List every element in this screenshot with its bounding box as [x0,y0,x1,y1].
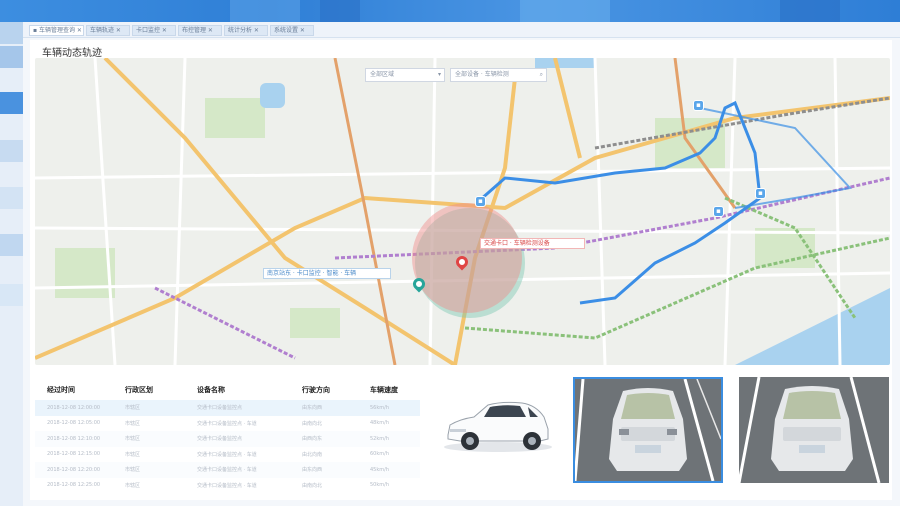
cell-pass-time: 2018-12-08 12:05:00 [47,420,101,427]
cell-pass-time: 2018-12-08 12:10:00 [47,435,101,442]
cell-pass-time: 2018-12-08 12:25:00 [47,482,101,489]
cell-direction: 由西向东 [302,436,323,443]
camera-icon[interactable]: ▪ [755,188,766,199]
region-select[interactable]: 全部区域 ▾ [365,68,445,82]
col-speed: 车辆速度 [370,386,398,394]
tab-vehicle-query[interactable]: ▪ 车辆管理查询 ✕ [29,25,84,36]
tab-control[interactable]: 布控管理 ✕ [178,25,222,36]
map-callout-right[interactable]: 交通卡口 · 车辆检测设备 [480,238,585,249]
car-icon [575,379,721,481]
sidebar-item-active[interactable] [0,92,23,114]
cell-speed: 52km/h [370,435,389,442]
device-select-value: 全部设备 · 车辆检测 [455,71,509,78]
capture-image-selected[interactable] [573,377,723,483]
search-icon: ⌕ [539,71,543,78]
map-callout-left[interactable]: 南京站东 · 卡口监控 · 智能 · 车辆 [263,268,391,279]
cell-direction: 由北向南 [302,451,323,458]
tab-vehicle-track[interactable]: 车辆轨迹 ✕ [86,25,130,36]
sidebar-item[interactable] [0,187,23,209]
cell-device-name: 交通卡口设备监控点 · 车道 [197,482,257,489]
sidebar-item[interactable] [0,140,23,162]
sidebar-item[interactable] [0,22,23,44]
cell-device-name: 交通卡口设备监控点 · 车道 [197,420,257,427]
cell-direction: 由东向西 [302,405,323,412]
top-header-bar [0,0,900,22]
cell-district: 市辖区 [125,451,141,458]
left-sidebar [0,22,23,506]
table-row[interactable]: 2018-12-08 12:25:00 市辖区 交通卡口设备监控点 · 车道 由南向北… [35,478,420,494]
col-device-name: 设备名称 [197,386,225,394]
car-icon[interactable] [440,395,555,455]
tab-statistics[interactable]: 统计分析 ✕ [224,25,268,36]
tab-strip: ▪ 车辆管理查询 ✕ 车辆轨迹 ✕ 卡口监控 ✕ 布控管理 ✕ 统计分析 ✕ 系… [23,22,900,38]
col-pass-time: 经过时间 [47,386,75,394]
region-select-value: 全部区域 [370,71,395,78]
cell-district: 市辖区 [125,436,141,443]
cell-district: 市辖区 [125,482,141,489]
cell-district: 市辖区 [125,467,141,474]
cell-speed: 48km/h [370,420,389,427]
map-canvas[interactable] [35,58,890,365]
page-title: 车辆动态轨迹 [42,48,102,59]
cell-pass-time: 2018-12-08 12:20:00 [47,466,101,473]
cell-device-name: 交通卡口设备监控点 · 车道 [197,451,257,458]
table-row[interactable]: 2018-12-08 12:20:00 市辖区 交通卡口设备监控点 · 车道 由东向西… [35,462,420,478]
cell-speed: 56km/h [370,404,389,411]
camera-icon[interactable]: ▪ [475,196,486,207]
cell-pass-time: 2018-12-08 12:00:00 [47,404,101,411]
passage-record-table: 经过时间 行政区划 设备名称 行驶方向 车辆速度 2018-12-08 12:0… [35,380,420,495]
col-district: 行政区划 [125,386,153,394]
cell-device-name: 交通卡口设备监控点 [197,436,243,443]
table-header: 经过时间 行政区划 设备名称 行驶方向 车辆速度 [35,380,420,400]
cell-speed: 50km/h [370,482,389,489]
cell-speed: 60km/h [370,451,389,458]
cell-direction: 由东向西 [302,467,323,474]
cell-device-name: 交通卡口设备监控点 [197,405,243,412]
capture-image[interactable] [739,377,889,483]
chevron-down-icon: ▾ [437,71,441,78]
sidebar-item[interactable] [0,284,23,306]
cell-district: 市辖区 [125,405,141,412]
table-row[interactable]: 2018-12-08 12:05:00 市辖区 交通卡口设备监控点 · 车道 由南向北… [35,416,420,432]
table-row[interactable]: 2018-12-08 12:00:00 市辖区 交通卡口设备监控点 由东向西 56km/… [35,400,420,416]
table-body: 2018-12-08 12:00:00 市辖区 交通卡口设备监控点 由东向西 56km/… [35,400,420,493]
col-direction: 行驶方向 [302,386,330,394]
trajectory-map[interactable]: 全部区域 ▾ 全部设备 · 车辆检测 ⌕ 南京站东 · 卡口监控 · 智能 · … [35,58,890,365]
camera-icon[interactable]: ▪ [713,206,724,217]
cell-speed: 45km/h [370,466,389,473]
cell-device-name: 交通卡口设备监控点 · 车道 [197,467,257,474]
device-select[interactable]: 全部设备 · 车辆检测 ⌕ [450,68,547,82]
car-icon [739,377,889,483]
camera-icon[interactable]: ▪ [693,100,704,111]
table-row[interactable]: 2018-12-08 12:10:00 市辖区 交通卡口设备监控点 由西向东 52km/… [35,431,420,447]
cell-pass-time: 2018-12-08 12:15:00 [47,451,101,458]
table-row[interactable]: 2018-12-08 12:15:00 市辖区 交通卡口设备监控点 · 车道 由北向南… [35,447,420,463]
cell-district: 市辖区 [125,420,141,427]
sidebar-item[interactable] [0,46,23,68]
tab-checkpoint[interactable]: 卡口监控 ✕ [132,25,176,36]
cell-direction: 由南向北 [302,482,323,489]
cell-direction: 由南向北 [302,420,323,427]
tab-settings[interactable]: 系统设置 ✕ [270,25,314,36]
sidebar-item[interactable] [0,234,23,256]
